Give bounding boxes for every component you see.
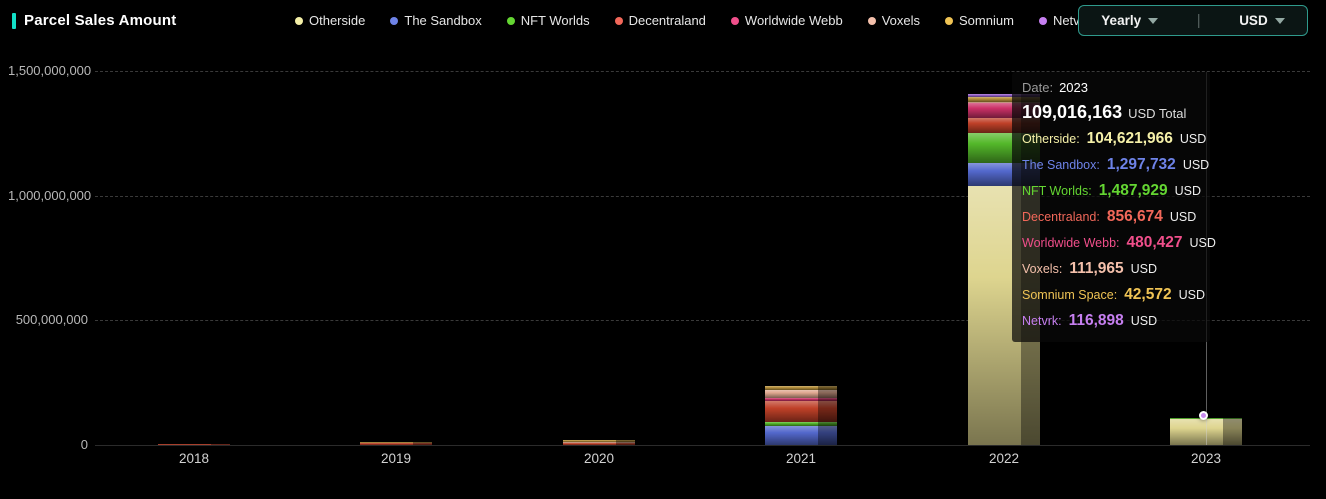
tooltip-row-decentraland: Decentraland: 856,674 USD (1022, 204, 1210, 230)
hover-point-marker (1199, 411, 1208, 420)
tooltip-row-the-sandbox: The Sandbox: 1,297,732 USD (1022, 152, 1210, 178)
tooltip-date-row: Date: 2023 (1022, 76, 1210, 99)
y-axis-tick-label: 1,000,000,000 (8, 188, 88, 203)
tooltip-series-label: Netvrk: (1022, 314, 1062, 328)
stacked-bar-2021[interactable] (765, 386, 837, 445)
tooltip-row-nft-worlds: NFT Worlds: 1,487,929 USD (1022, 178, 1210, 204)
x-axis-tick-label: 2019 (356, 451, 436, 466)
x-axis-tick-label: 2023 (1166, 451, 1246, 466)
tooltip-series-label: NFT Worlds: (1022, 184, 1092, 198)
x-axis-tick-label: 2018 (154, 451, 234, 466)
tooltip-series-value: 42,572 (1124, 286, 1171, 303)
y-axis-tick-label: 0 (8, 437, 88, 452)
bar-3d-side-shade (211, 444, 230, 445)
bar-3d-side-shade (413, 442, 432, 445)
x-axis-tick-label: 2020 (559, 451, 639, 466)
tooltip-series-label: Decentraland: (1022, 210, 1100, 224)
tooltip-series-unit: USD (1170, 210, 1196, 224)
tooltip-series-value: 104,621,966 (1087, 130, 1173, 147)
tooltip-series-unit: USD (1179, 288, 1205, 302)
tooltip-total-suffix: USD Total (1128, 106, 1186, 121)
tooltip-series-unit: USD (1131, 314, 1157, 328)
tooltip-series-rows: Otherside: 104,621,966 USD The Sandbox: 1,29… (1022, 126, 1210, 334)
tooltip-series-unit: USD (1180, 132, 1206, 146)
tooltip-total-row: 109,016,163 USD Total (1022, 99, 1210, 126)
tooltip-series-value: 1,297,732 (1107, 156, 1176, 173)
parcel-sales-dashboard: Parcel Sales Amount OthersideThe Sandbox… (0, 0, 1326, 499)
tooltip-series-label: Otherside: (1022, 132, 1080, 146)
tooltip-series-label: Voxels: (1022, 262, 1062, 276)
chart-tooltip: Date: 2023 109,016,163 USD Total Otherside… (1012, 72, 1210, 342)
tooltip-row-somnium-space: Somnium Space: 42,572 USD (1022, 282, 1210, 308)
tooltip-series-unit: USD (1190, 236, 1216, 250)
y-axis-tick-label: 500,000,000 (8, 312, 88, 327)
tooltip-date-value: 2023 (1059, 80, 1088, 95)
tooltip-total-value: 109,016,163 (1022, 102, 1122, 122)
tooltip-series-label: Worldwide Webb: (1022, 236, 1120, 250)
tooltip-row-worldwide-webb: Worldwide Webb:480,427USD (1022, 230, 1210, 256)
tooltip-series-label: The Sandbox: (1022, 158, 1100, 172)
y-axis-tick-label: 1,500,000,000 (8, 63, 88, 78)
tooltip-series-value: 480,427 (1127, 234, 1183, 251)
tooltip-series-unit: USD (1175, 184, 1201, 198)
tooltip-series-value: 111,965 (1069, 260, 1123, 277)
tooltip-series-value: 1,487,929 (1099, 182, 1168, 199)
tooltip-row-netvrk: Netvrk: 116,898 USD (1022, 308, 1210, 334)
tooltip-row-otherside: Otherside: 104,621,966 USD (1022, 126, 1210, 152)
tooltip-series-value: 856,674 (1107, 208, 1163, 225)
tooltip-series-unit: USD (1131, 262, 1157, 276)
stacked-bar-2019[interactable] (360, 442, 432, 445)
x-axis-tick-label: 2021 (761, 451, 841, 466)
tooltip-series-value: 116,898 (1069, 312, 1124, 329)
tooltip-series-label: Somnium Space: (1022, 288, 1117, 302)
tooltip-date-label: Date: (1022, 80, 1053, 95)
stacked-bar-2020[interactable] (563, 440, 635, 445)
stacked-bar-2018[interactable] (158, 444, 230, 445)
x-axis-tick-label: 2022 (964, 451, 1044, 466)
bar-3d-side-shade (616, 440, 635, 445)
x-axis-line (95, 445, 1310, 446)
tooltip-row-voxels: Voxels: 111,965 USD (1022, 256, 1210, 282)
bar-3d-side-shade (818, 386, 837, 445)
bar-3d-side-shade (1223, 418, 1242, 445)
tooltip-series-unit: USD (1183, 158, 1209, 172)
